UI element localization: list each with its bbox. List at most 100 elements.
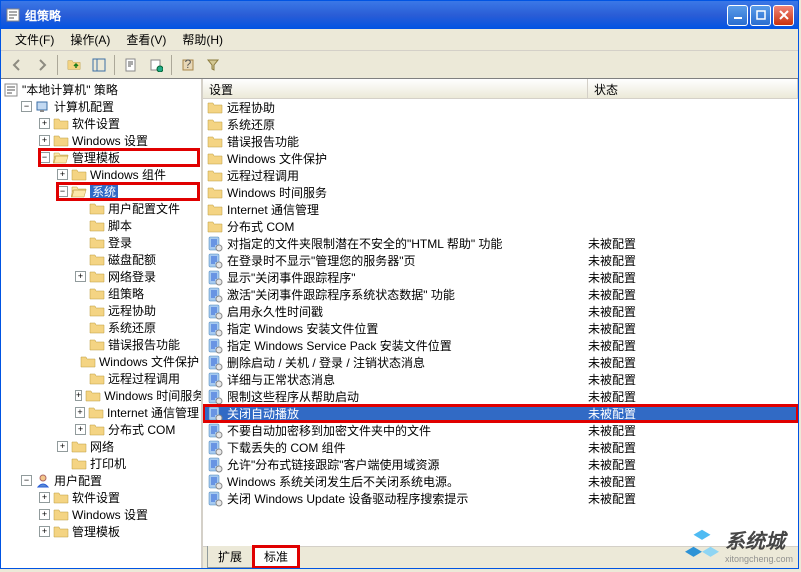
tree-item-userProfile[interactable]: 用户配置文件	[108, 200, 180, 217]
list-row[interactable]: 远程过程调用	[203, 167, 798, 184]
list-row[interactable]: 关闭自动播放未被配置	[203, 405, 798, 422]
list-row[interactable]: 不要自动加密移到加密文件夹中的文件未被配置	[203, 422, 798, 439]
folder-icon	[71, 167, 87, 183]
list-row[interactable]: 错误报告功能	[203, 133, 798, 150]
expand-toggle[interactable]: +	[75, 407, 85, 418]
menu-help[interactable]: 帮助(H)	[174, 29, 231, 50]
tree-printers[interactable]: 打印机	[90, 455, 126, 472]
list-body[interactable]: 远程协助系统还原错误报告功能Windows 文件保护远程过程调用Windows …	[203, 99, 798, 546]
tree-windows-components[interactable]: Windows 组件	[90, 166, 166, 183]
tree-admin-templates[interactable]: 管理模板	[72, 149, 120, 166]
list-row[interactable]: Internet 通信管理	[203, 201, 798, 218]
list-row[interactable]: 指定 Windows Service Pack 安装文件位置未被配置	[203, 337, 798, 354]
column-state[interactable]: 状态	[588, 79, 798, 98]
filter-button[interactable]	[201, 54, 224, 76]
tree-item-remoteAssist[interactable]: 远程协助	[108, 302, 156, 319]
expand-toggle[interactable]: −	[57, 186, 68, 197]
list-row[interactable]: 激活"关闭事件跟踪程序系统状态数据" 功能未被配置	[203, 286, 798, 303]
column-name[interactable]: 设置	[203, 79, 588, 98]
tree-network[interactable]: 网络	[90, 438, 114, 455]
list-row[interactable]: 显示"关闭事件跟踪程序"未被配置	[203, 269, 798, 286]
tree-root[interactable]: "本地计算机" 策略	[22, 81, 118, 98]
up-button[interactable]	[62, 54, 85, 76]
folder-icon	[89, 286, 105, 302]
menu-file[interactable]: 文件(F)	[7, 29, 62, 50]
tree-software-settings-2[interactable]: 软件设置	[72, 489, 120, 506]
expand-toggle[interactable]: +	[75, 390, 82, 401]
list-row[interactable]: 关闭 Windows Update 设备驱动程序搜索提示未被配置	[203, 490, 798, 507]
expand-toggle[interactable]: +	[39, 509, 50, 520]
list-row[interactable]: 对指定的文件夹限制潜在不安全的"HTML 帮助" 功能未被配置	[203, 235, 798, 252]
tree-software-settings[interactable]: 软件设置	[72, 115, 120, 132]
tree-item-winTime[interactable]: Windows 时间服务	[104, 387, 203, 404]
export-button[interactable]	[144, 54, 167, 76]
tree-pane[interactable]: "本地计算机" 策略 − 计算机配置 + 软件设置 + Windows 设置 − 管理模…	[1, 79, 203, 568]
expand-toggle[interactable]: +	[75, 424, 86, 435]
expand-toggle[interactable]: −	[39, 152, 50, 163]
tree-windows-settings[interactable]: Windows 设置	[72, 132, 148, 149]
menu-view[interactable]: 查看(V)	[118, 29, 174, 50]
list-row[interactable]: Windows 系统关闭发生后不关闭系统电源。未被配置	[203, 473, 798, 490]
expand-toggle[interactable]: −	[21, 101, 32, 112]
list-item-state: 未被配置	[588, 235, 798, 252]
tab-standard[interactable]: 标准	[253, 546, 299, 568]
expand-toggle[interactable]: +	[39, 118, 50, 129]
tree-item-dcom[interactable]: 分布式 COM	[108, 421, 175, 438]
expand-toggle[interactable]: +	[39, 526, 50, 537]
list-item-name: 远程过程调用	[227, 167, 588, 184]
tree-item-sysRestore[interactable]: 系统还原	[108, 319, 156, 336]
list-row[interactable]: 删除启动 / 关机 / 登录 / 注销状态消息未被配置	[203, 354, 798, 371]
list-row[interactable]: 远程协助	[203, 99, 798, 116]
toolbar: ?	[1, 51, 798, 79]
back-button[interactable]	[5, 54, 28, 76]
tree-item-internetComm[interactable]: Internet 通信管理	[107, 404, 199, 421]
content-area: "本地计算机" 策略 − 计算机配置 + 软件设置 + Windows 设置 − 管理模…	[1, 79, 798, 568]
minimize-button[interactable]	[727, 5, 748, 26]
list-row[interactable]: 指定 Windows 安装文件位置未被配置	[203, 320, 798, 337]
list-item-name: Internet 通信管理	[227, 201, 588, 218]
tab-extended[interactable]: 扩展	[207, 546, 253, 568]
list-row[interactable]: 在登录时不显示"管理您的服务器"页未被配置	[203, 252, 798, 269]
tree-system[interactable]: 系统	[90, 183, 118, 200]
list-row[interactable]: 限制这些程序从帮助启动未被配置	[203, 388, 798, 405]
tree-item-scripts[interactable]: 脚本	[108, 217, 132, 234]
list-row[interactable]: 允许"分布式链接跟踪"客户端使用域资源未被配置	[203, 456, 798, 473]
expand-toggle[interactable]: +	[39, 492, 50, 503]
tree-item-winFileProtect[interactable]: Windows 文件保护	[99, 353, 199, 370]
list-row[interactable]: Windows 文件保护	[203, 150, 798, 167]
expand-toggle[interactable]: +	[57, 441, 68, 452]
list-row[interactable]: 启用永久性时间戳未被配置	[203, 303, 798, 320]
list-row[interactable]: 分布式 COM	[203, 218, 798, 235]
forward-button[interactable]	[30, 54, 53, 76]
list-row[interactable]: Windows 时间服务	[203, 184, 798, 201]
tree-item-netLogon[interactable]: 网络登录	[108, 268, 156, 285]
menu-action[interactable]: 操作(A)	[62, 29, 118, 50]
expand-toggle[interactable]: +	[39, 135, 50, 146]
tree-admin-templates-2[interactable]: 管理模板	[72, 523, 120, 540]
tree-item-errorReport[interactable]: 错误报告功能	[108, 336, 180, 353]
tree-item-logon[interactable]: 登录	[108, 234, 132, 251]
maximize-button[interactable]	[750, 5, 771, 26]
properties-button[interactable]	[119, 54, 142, 76]
list-row[interactable]: 详细与正常状态消息未被配置	[203, 371, 798, 388]
tree-user-config[interactable]: 用户配置	[54, 472, 102, 489]
show-console-tree-button[interactable]	[87, 54, 110, 76]
tree-item-diskQuota[interactable]: 磁盘配额	[108, 251, 156, 268]
tree-item-groupPolicy[interactable]: 组策略	[108, 285, 144, 302]
help-button[interactable]: ?	[176, 54, 199, 76]
list-item-name: 远程协助	[227, 99, 588, 116]
tree-item-rpc[interactable]: 远程过程调用	[108, 370, 180, 387]
expand-toggle[interactable]: −	[21, 475, 32, 486]
policy-icon	[207, 423, 223, 439]
expand-toggle[interactable]: +	[57, 169, 68, 180]
list-row[interactable]: 系统还原	[203, 116, 798, 133]
titlebar[interactable]: 组策略	[1, 1, 798, 29]
close-button[interactable]	[773, 5, 794, 26]
tree-computer-config[interactable]: 计算机配置	[54, 98, 114, 115]
expand-toggle[interactable]: +	[75, 271, 86, 282]
list-row[interactable]: 下载丢失的 COM 组件未被配置	[203, 439, 798, 456]
list-item-state: 未被配置	[588, 490, 798, 507]
list-item-name: Windows 系统关闭发生后不关闭系统电源。	[227, 473, 588, 490]
policy-icon	[207, 372, 223, 388]
tree-windows-settings-2[interactable]: Windows 设置	[72, 506, 148, 523]
